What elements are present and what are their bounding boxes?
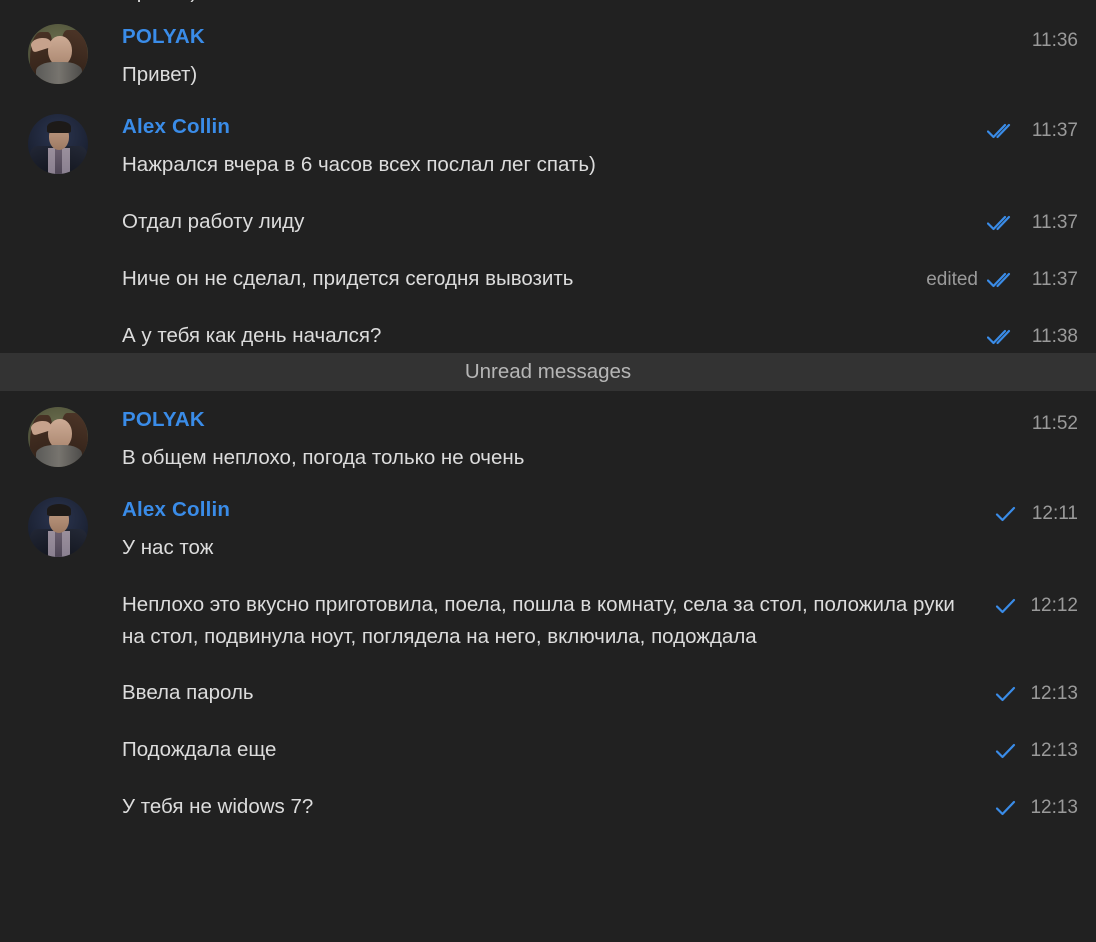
message-meta: 12:12 — [995, 589, 1078, 622]
message-row[interactable]: Отдал работу лиду 11:37 — [122, 206, 1078, 239]
cut-off-message-top: Привет) — [0, 0, 1096, 10]
message-row[interactable]: Ниче он не сделал, придется сегодня выво… — [122, 263, 1078, 296]
double-check-icon — [987, 270, 1017, 290]
avatar-art — [55, 148, 62, 174]
cut-off-message-text: Привет) — [122, 0, 197, 8]
message-meta: 12:13 — [995, 791, 1078, 824]
double-check-icon — [987, 327, 1017, 347]
message-text: У нас тож — [122, 536, 214, 559]
message-timestamp: 12:11 — [1031, 503, 1078, 524]
avatar-column — [0, 407, 122, 467]
check-icon — [995, 741, 1017, 761]
message-sender-name[interactable]: POLYAK — [122, 24, 205, 50]
message-group[interactable]: POLYAK 11:36 Привет)00:00 — [0, 10, 1096, 92]
avatar-alex-collin[interactable] — [28, 497, 88, 557]
message-header-row: POLYAK 11:52 — [122, 407, 1078, 440]
message-header-row: Alex Collin 11:37 — [122, 114, 1078, 147]
message-meta: 12:13 — [995, 677, 1078, 710]
message-group[interactable]: Alex Collin 12:11 У нас тож00:00 Неплохо эт… — [0, 475, 1096, 824]
message-timestamp: 11:36 — [1031, 30, 1078, 51]
message-text: У тебя не widows 7? — [122, 795, 314, 818]
message-group[interactable]: POLYAK 11:52 В общем неплохо, погода тольк… — [0, 391, 1096, 475]
avatar-art — [36, 445, 82, 467]
check-icon — [995, 596, 1017, 616]
avatar-art — [47, 504, 71, 516]
check-icon — [995, 798, 1017, 818]
message-meta: 11:38 — [987, 320, 1078, 353]
message-row[interactable]: Нажрался вчера в 6 часов всех послал лег… — [122, 149, 1078, 182]
message-timestamp: 12:13 — [1030, 797, 1078, 818]
message-meta: 12:11 — [995, 497, 1078, 530]
message-meta: 11:52 — [1026, 407, 1078, 440]
avatar-art — [55, 531, 62, 557]
message-meta: 11:37 — [987, 206, 1078, 239]
check-icon — [995, 504, 1017, 524]
message-row[interactable]: Ввела пароль 12:13 — [122, 677, 1078, 710]
message-row[interactable]: Привет)00:00 — [122, 59, 1078, 92]
avatar-art — [47, 121, 71, 133]
message-row[interactable]: Неплохо это вкусно приготовила, поела, п… — [122, 589, 1078, 653]
message-text: В общем неплохо, погода только не очень — [122, 446, 525, 469]
message-text: Ниче он не сделал, придется сегодня выво… — [122, 267, 574, 290]
message-row[interactable]: В общем неплохо, погода только не очень0… — [122, 442, 1078, 475]
message-meta: 12:13 — [995, 734, 1078, 767]
message-meta: 11:36 — [1026, 24, 1078, 57]
message-timestamp: 12:12 — [1030, 595, 1078, 616]
avatar-polyak[interactable] — [28, 407, 88, 467]
message-header-row: POLYAK 11:36 — [122, 24, 1078, 57]
message-timestamp: 11:37 — [1031, 120, 1078, 141]
message-text: Отдал работу лиду — [122, 210, 305, 233]
message-timestamp: 11:38 — [1031, 326, 1078, 347]
message-sender-name[interactable]: Alex Collin — [122, 497, 230, 523]
message-sender-name[interactable]: Alex Collin — [122, 114, 230, 140]
avatar-alex-collin[interactable] — [28, 114, 88, 174]
message-text: А у тебя как день начался? — [122, 324, 382, 347]
message-body-column: Alex Collin 12:11 У нас тож00:00 Неплохо эт… — [122, 497, 1078, 824]
message-timestamp: 11:37 — [1031, 269, 1078, 290]
message-timestamp: 12:13 — [1030, 683, 1078, 704]
message-body-column: Alex Collin 11:37 Нажрался вчера в 6 часов… — [122, 114, 1078, 353]
unread-messages-divider: Unread messages — [0, 353, 1096, 391]
avatar-art — [36, 62, 82, 84]
message-timestamp: 11:37 — [1031, 212, 1078, 233]
message-text: Привет) — [122, 63, 198, 86]
message-timestamp: 12:13 — [1030, 740, 1078, 761]
message-row[interactable]: А у тебя как день начался? 11:38 — [122, 320, 1078, 353]
message-meta: edited 11:37 — [926, 263, 1078, 296]
message-row[interactable]: У тебя не widows 7? 12:13 — [122, 791, 1078, 824]
message-sender-name[interactable]: POLYAK — [122, 407, 205, 433]
message-text: Неплохо это вкусно приготовила, поела, п… — [122, 593, 961, 648]
message-group[interactable]: Alex Collin 11:37 Нажрался вчера в 6 часов… — [0, 92, 1096, 353]
message-text: Ввела пароль — [122, 681, 254, 704]
double-check-icon — [987, 213, 1017, 233]
message-row[interactable]: У нас тож00:00 — [122, 532, 1078, 565]
message-body-column: POLYAK 11:52 В общем неплохо, погода тольк… — [122, 407, 1078, 475]
message-header-row: Alex Collin 12:11 — [122, 497, 1078, 530]
double-check-icon — [987, 121, 1017, 141]
avatar-column — [0, 114, 122, 174]
avatar-polyak[interactable] — [28, 24, 88, 84]
edited-label: edited — [926, 269, 978, 290]
message-text: Подождала еще — [122, 738, 277, 761]
message-meta: 11:37 — [987, 114, 1078, 147]
chat-message-list[interactable]: Привет) POLYAK 11:36 Привет)00:00 Alex Coll… — [0, 0, 1096, 942]
avatar-column — [0, 24, 122, 84]
message-text: Нажрался вчера в 6 часов всех послал лег… — [122, 153, 596, 176]
check-icon — [995, 684, 1017, 704]
message-body-column: POLYAK 11:36 Привет)00:00 — [122, 24, 1078, 92]
message-row[interactable]: Подождала еще 12:13 — [122, 734, 1078, 767]
message-timestamp: 11:52 — [1031, 413, 1078, 434]
avatar-column — [0, 497, 122, 557]
